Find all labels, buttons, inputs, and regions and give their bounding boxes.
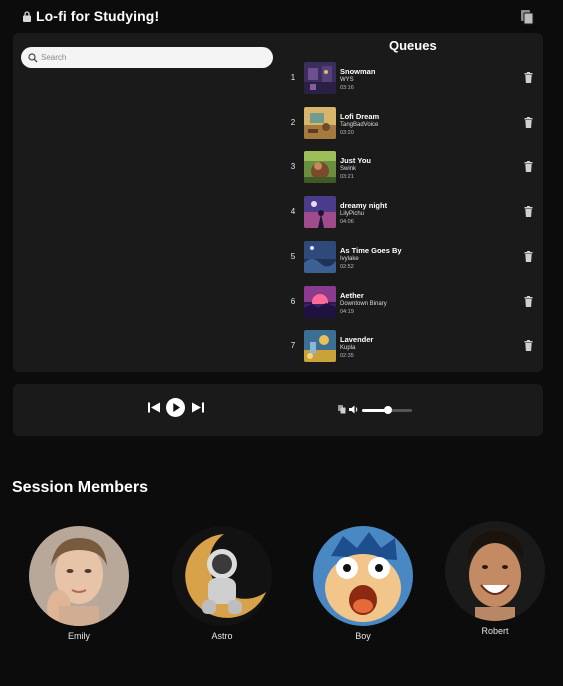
queue-item-number: 1 [290,73,296,82]
search-bar[interactable] [21,47,273,68]
track-duration: 03:21 [340,174,354,180]
player-bar [13,384,543,436]
track-duration: 02:52 [340,264,354,270]
track-title: dreamy night [340,201,388,210]
track-artist: Kupla [340,345,356,351]
queue-item-number: 2 [290,118,296,127]
member-name: Robert [481,626,509,636]
session-title: Lo-fi for Studying! [36,8,160,24]
trash-icon[interactable] [524,161,533,172]
queue-item-number: 7 [290,341,296,350]
member-card[interactable]: Boy [313,526,413,656]
play-icon[interactable] [166,398,185,417]
member-name: Emily [68,631,90,641]
member-card[interactable]: Emily [29,526,129,656]
volume-knob[interactable] [384,406,392,414]
track-title: Lavender [340,335,374,344]
trash-icon[interactable] [524,72,533,83]
album-art [304,286,336,318]
track-artist: LilyPichu [340,211,365,217]
track-artist: Ivylake [340,256,359,262]
trash-icon[interactable] [524,206,533,217]
trash-icon[interactable] [524,117,533,128]
track-artist: Downtown Binary [340,301,387,307]
volume-icon[interactable] [349,405,359,414]
member-card[interactable]: Astro [172,526,272,656]
album-art [304,330,336,362]
member-name: Boy [355,631,371,641]
album-art [304,151,336,183]
queue-item[interactable]: 2 Lofi Dream TangBadVoice 03:20 [284,107,539,141]
avatar [29,526,129,626]
search-input[interactable] [41,49,261,66]
queue-item-number: 4 [290,207,296,216]
track-title: As Time Goes By [340,246,402,255]
queue-item[interactable]: 6 Aether Downtown Binary 04:19 [284,286,539,320]
track-duration: 04:19 [340,309,354,315]
queue-item[interactable]: 7 Lavender Kupla 02:35 [284,330,539,364]
lock-icon [23,11,31,22]
queue-item[interactable]: 5 As Time Goes By Ivylake 02:52 [284,241,539,275]
member-card[interactable]: Robert [445,521,545,651]
trash-icon[interactable] [524,340,533,351]
track-duration: 02:35 [340,353,354,359]
track-artist: Swink [340,166,357,172]
members-title: Session Members [12,479,149,496]
track-artist: TangBadVoice [340,122,379,128]
copy-icon[interactable] [519,9,535,25]
album-art [304,241,336,273]
queue-item[interactable]: 3 Just You Swink 03:21 [284,151,539,185]
track-title: Just You [340,156,371,165]
album-art [304,62,336,94]
track-title: Lofi Dream [340,112,380,121]
trash-icon[interactable] [524,251,533,262]
track-duration: 03:20 [340,130,354,136]
app-header: Lo-fi for Studying! [0,0,563,34]
queues-title: Queues [389,38,437,53]
queue-item-number: 3 [290,162,296,171]
album-art [304,196,336,228]
track-duration: 04:06 [340,219,354,225]
track-title: Snowman [340,67,376,76]
queue-item-number: 5 [290,252,296,261]
trash-icon[interactable] [524,296,533,307]
next-icon[interactable] [191,402,204,413]
previous-icon[interactable] [148,402,161,413]
volume-slider[interactable] [362,406,412,414]
member-name: Astro [211,631,233,641]
avatar [172,526,272,626]
queue-item-number: 6 [290,297,296,306]
queue-item[interactable]: 1 Snowman WYS 03:16 [284,62,539,96]
album-art [304,107,336,139]
track-artist: WYS [340,77,354,83]
track-duration: 03:16 [340,85,354,91]
avatar [445,521,545,621]
avatar [313,526,413,626]
copy-link-icon[interactable] [338,405,346,414]
search-icon [28,53,38,63]
track-title: Aether [340,291,364,300]
queue-item[interactable]: 4 dreamy night LilyPichu 04:06 [284,196,539,230]
